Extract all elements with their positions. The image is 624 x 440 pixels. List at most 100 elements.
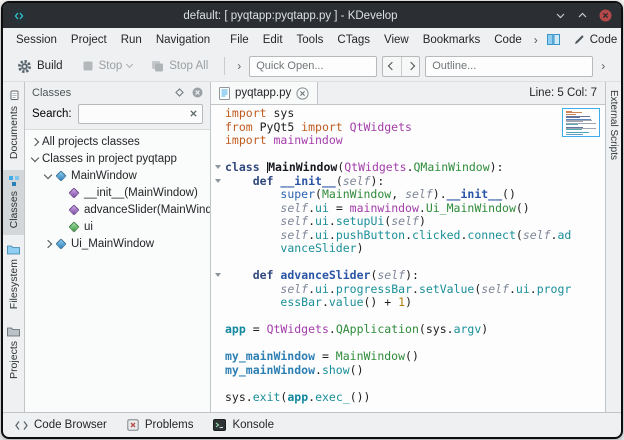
menu-edit[interactable]: Edit [256, 32, 290, 48]
code-line[interactable]: my_mainWindow = MainWindow() [211, 350, 605, 364]
fold-arrow-icon[interactable] [215, 273, 221, 277]
toolbar-expand-icon[interactable]: › [234, 59, 244, 73]
fold-arrow-icon[interactable] [215, 165, 221, 169]
stop-dropdown-icon[interactable] [126, 61, 133, 68]
code-line[interactable]: from PyQt5 import QtWidgets [211, 121, 605, 135]
view-switcher-icon[interactable] [543, 34, 564, 45]
build-button[interactable]: Build [10, 54, 70, 79]
sidebar-tab-classes[interactable]: Classes [3, 170, 24, 235]
minimap-preview[interactable] [562, 108, 600, 137]
code-line[interactable]: class MainWindow(QtWidgets.QMainWindow): [211, 161, 605, 175]
menu-code[interactable]: Code [487, 32, 529, 48]
next-icon[interactable] [401, 57, 419, 76]
class-search-input[interactable] [78, 104, 203, 124]
clear-search-icon[interactable] [188, 108, 199, 122]
code-line[interactable]: super(MainWindow, self).__init__() [211, 188, 605, 202]
area-switcher-button[interactable]: Code [564, 32, 623, 48]
tree-item-advanceslider-mainwindow[interactable]: advanceSlider(MainWindow) [25, 201, 210, 218]
fold-margin[interactable] [211, 269, 225, 283]
close-panel-icon[interactable] [192, 87, 203, 98]
menu-view[interactable]: View [377, 32, 416, 48]
code-line[interactable] [211, 310, 605, 324]
tab-pyqtapp[interactable]: pyqtapp.py [211, 82, 318, 104]
field-icon [68, 221, 79, 232]
code-line[interactable] [211, 377, 605, 391]
tree-item-label: Ui_MainWindow [71, 238, 154, 250]
classes-panel: Classes Search: [25, 82, 211, 412]
prev-icon[interactable] [383, 57, 401, 76]
code-line[interactable]: vanceSlider) [211, 242, 605, 256]
tree-item-ui[interactable]: ui [25, 218, 210, 235]
code-line[interactable]: my_mainWindow.show() [211, 364, 605, 378]
bottombar-tab-code-browser[interactable]: Code Browser [15, 419, 107, 431]
code-line[interactable] [211, 337, 605, 351]
close-button[interactable] [599, 9, 612, 22]
menu-ctags[interactable]: CTags [330, 32, 377, 48]
code-line[interactable]: self.ui.pushButton.clicked.connect(self.… [211, 229, 605, 243]
tree-item-label: MainWindow [71, 170, 137, 182]
fold-margin[interactable] [211, 175, 225, 189]
tab-close-icon[interactable] [296, 87, 309, 100]
code-line[interactable]: sys.exit(app.exec_()) [211, 391, 605, 405]
code-line[interactable]: essBar.value() + 1) [211, 296, 605, 310]
menu-bookmarks[interactable]: Bookmarks [416, 32, 488, 48]
stop-all-button[interactable]: Stop All [144, 54, 215, 79]
menu-file[interactable]: File [223, 32, 256, 48]
code-line[interactable]: def __init__(self): [211, 175, 605, 189]
toolbar-overflow-icon[interactable]: › [598, 59, 608, 73]
fold-margin [211, 202, 225, 216]
problems-icon [127, 419, 139, 431]
sidebar-tab-filesystem[interactable]: Filesystem [3, 239, 24, 316]
collapse-icon[interactable] [31, 153, 39, 161]
fold-margin[interactable] [211, 161, 225, 175]
code-line[interactable] [211, 148, 605, 162]
collapse-icon[interactable] [44, 170, 52, 178]
menubar-right: FileEditToolsCTagsViewBookmarksCode [223, 32, 529, 48]
code-line[interactable]: import sys [211, 107, 605, 121]
code-line[interactable]: self.ui.setupUi(self) [211, 215, 605, 229]
stop-button[interactable]: Stop [75, 54, 140, 79]
sidebar-tab-projects[interactable]: Projects [3, 321, 24, 386]
detach-panel-icon[interactable] [174, 87, 185, 98]
search-row: Search: [25, 103, 210, 129]
sidebar-tab-label: Filesystem [8, 259, 20, 309]
menu-run[interactable]: Run [114, 32, 149, 48]
tree-item-all-projects-classes[interactable]: All projects classes [25, 133, 210, 150]
menubar-overflow-icon[interactable]: › [529, 33, 543, 47]
tree-item-init-mainwindow[interactable]: __init__(MainWindow) [25, 184, 210, 201]
menu-navigation[interactable]: Navigation [149, 32, 217, 48]
bottombar-tab-problems[interactable]: Problems [127, 419, 194, 431]
code-line[interactable] [211, 256, 605, 270]
tree-item-classes-in-project-pyqtapp[interactable]: Classes in project pyqtapp [25, 150, 210, 167]
fold-margin [211, 148, 225, 162]
bottom-dock-tabs: Code Browser Problems Konsole [3, 412, 621, 437]
outline-input[interactable] [425, 56, 593, 77]
menu-session[interactable]: Session [9, 32, 64, 48]
quick-open-input[interactable] [249, 56, 377, 77]
text-editor[interactable]: import sysfrom PyQt5 import QtWidgetsimp… [211, 105, 605, 412]
code-line[interactable]: self.ui.progressBar.setValue(self.ui.pro… [211, 283, 605, 297]
classes-panel-header: Classes [25, 82, 210, 103]
bottombar-tab-konsole[interactable]: Konsole [213, 419, 274, 431]
menu-project[interactable]: Project [64, 32, 114, 48]
expand-icon[interactable] [44, 239, 52, 247]
minimize-button[interactable] [555, 10, 566, 21]
tab-external-scripts[interactable]: External Scripts [608, 90, 619, 165]
tree-item-mainwindow[interactable]: MainWindow [25, 167, 210, 184]
expand-icon[interactable] [31, 137, 39, 145]
code-line[interactable]: import mainwindow [211, 134, 605, 148]
external-scripts-label: External Scripts [608, 90, 619, 160]
sidebar-tab-documents[interactable]: Documents [3, 85, 24, 166]
fold-arrow-icon[interactable] [215, 179, 221, 183]
konsole-icon [213, 419, 226, 431]
code-line[interactable]: self.ui = mainwindow.Ui_MainWindow() [211, 202, 605, 216]
fold-margin [211, 229, 225, 243]
fold-margin [211, 350, 225, 364]
code-line[interactable]: def advanceSlider(self): [211, 269, 605, 283]
titlebar[interactable]: default: [ pyqtapp:pyqtapp.py ] - KDevel… [3, 3, 621, 28]
maximize-button[interactable] [577, 10, 588, 21]
classes-panel-title: Classes [32, 87, 167, 99]
tree-item-ui-mainwindow[interactable]: Ui_MainWindow [25, 235, 210, 252]
menu-tools[interactable]: Tools [290, 32, 331, 48]
code-line[interactable]: app = QtWidgets.QApplication(sys.argv) [211, 323, 605, 337]
